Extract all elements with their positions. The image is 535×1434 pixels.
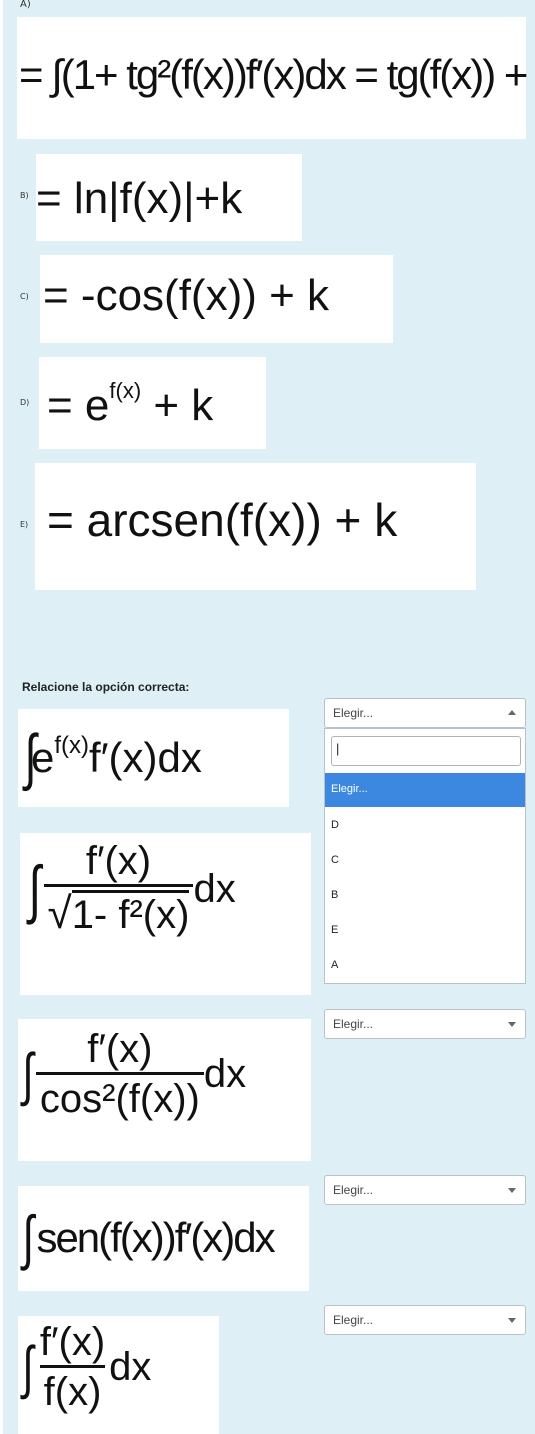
chevron-down-icon: [508, 1022, 516, 1027]
question-panel: A) = ∫(1+ tg²(f(x))f′(x)dx = tg(f(x)) + …: [3, 0, 535, 1434]
answer-select-2[interactable]: Elegir...: [324, 1009, 526, 1039]
option-d-tail: + k: [141, 381, 214, 430]
item-2-integral-sign: ∫: [28, 853, 41, 925]
item-2-card: ∫ f′(x) √1- f²(x) dx: [20, 833, 311, 995]
select-1-dropdown: | Elegir... D C B E A: [324, 728, 526, 984]
item-1-formula: ∫ e f(x) f′(x)dx: [22, 727, 202, 789]
option-e-letter: E): [20, 520, 29, 529]
dropdown-option[interactable]: C: [325, 844, 525, 878]
item-3-denominator: cos²(f(x)): [35, 1072, 204, 1122]
dropdown-option[interactable]: E: [325, 914, 525, 948]
item-3-tail: dx: [203, 1052, 247, 1096]
option-b-formula: = ln|f(x)|+k: [36, 174, 243, 223]
sqrt-sign: √: [47, 889, 72, 938]
dropdown-option[interactable]: D: [325, 809, 525, 843]
item-4-integral-sign: ∫: [22, 1204, 34, 1271]
item-3-integral-sign: ∫: [22, 1041, 34, 1107]
option-b-card: = ln|f(x)|+k: [36, 154, 302, 241]
option-c-letter: C): [20, 292, 29, 301]
answer-select-1[interactable]: Elegir...: [324, 698, 526, 728]
dropdown-option[interactable]: Elegir...: [325, 773, 525, 807]
item-4-card: ∫ sen(f(x))f′(x)dx: [18, 1186, 309, 1291]
option-e-card: = arcsen(f(x)) + k: [35, 463, 476, 590]
item-5-card: ∫ f′(x) f(x) dx: [18, 1316, 219, 1434]
item-1-integral-sign: ∫: [24, 723, 37, 792]
item-2-denominator: √1- f²(x): [43, 884, 194, 939]
item-5-numerator: f′(x): [39, 1320, 106, 1364]
option-e-formula: = arcsen(f(x)) + k: [47, 494, 398, 546]
option-a-card: = ∫(1+ tg²(f(x))f′(x)dx = tg(f(x)) + k: [17, 17, 535, 139]
option-c-formula: = -cos(f(x)) + k: [43, 271, 330, 320]
item-3-fraction: f′(x) cos²(f(x)): [35, 1027, 204, 1122]
item-2-formula: ∫ f′(x) √1- f²(x) dx: [26, 839, 236, 939]
option-d-card: = ef(x) + k: [39, 357, 266, 449]
item-2-numerator: f′(x): [85, 839, 152, 883]
option-b-letter: B): [20, 191, 29, 200]
select-4-value: Elegir...: [333, 1313, 374, 1327]
select-1-value: Elegir...: [333, 706, 374, 720]
item-3-card: ∫ f′(x) cos²(f(x)) dx: [18, 1019, 311, 1161]
dropdown-option[interactable]: B: [325, 879, 525, 913]
item-1-tail: f′(x)dx: [89, 734, 202, 781]
question-prompt: Relacione la opción correcta:: [22, 680, 190, 694]
item-4-expression: sen(f(x))f′(x)dx: [36, 1214, 275, 1261]
option-d-exponent: f(x): [109, 378, 142, 404]
dropdown-option[interactable]: A: [325, 949, 525, 983]
select-2-value: Elegir...: [333, 1017, 374, 1031]
item-5-tail: dx: [109, 1345, 152, 1389]
option-d-letter: D): [20, 398, 30, 407]
item-2-radicand: 1- f²(x): [71, 890, 190, 937]
answer-select-3[interactable]: Elegir...: [324, 1175, 526, 1205]
option-c-card: = -cos(f(x)) + k: [40, 255, 393, 343]
item-5-formula: ∫ f′(x) f(x) dx: [20, 1320, 151, 1415]
item-1-exponent: f(x): [54, 732, 89, 759]
answer-select-4[interactable]: Elegir...: [324, 1305, 526, 1335]
item-5-integral-sign: ∫: [22, 1334, 34, 1400]
item-2-fraction: f′(x) √1- f²(x): [43, 839, 194, 939]
item-3-numerator: f′(x): [87, 1027, 153, 1071]
option-d-formula: = ef(x) + k: [47, 378, 214, 431]
chevron-down-icon: [508, 1318, 516, 1323]
chevron-up-icon: [508, 710, 516, 715]
item-1-card: ∫ e f(x) f′(x)dx: [18, 709, 289, 807]
item-2-tail: dx: [193, 866, 236, 911]
item-3-formula: ∫ f′(x) cos²(f(x)) dx: [20, 1027, 246, 1122]
item-4-formula: ∫ sen(f(x))f′(x)dx: [20, 1204, 275, 1271]
option-a-letter: A): [20, 0, 31, 10]
item-5-denominator: f(x): [39, 1365, 106, 1415]
option-a-formula: = ∫(1+ tg²(f(x))f′(x)dx = tg(f(x)) + k: [19, 51, 535, 98]
option-d-base: = e: [47, 381, 110, 430]
chevron-down-icon: [508, 1188, 516, 1193]
item-5-fraction: f′(x) f(x): [36, 1320, 109, 1415]
dropdown-search-input[interactable]: |: [331, 736, 521, 766]
select-3-value: Elegir...: [333, 1183, 374, 1197]
